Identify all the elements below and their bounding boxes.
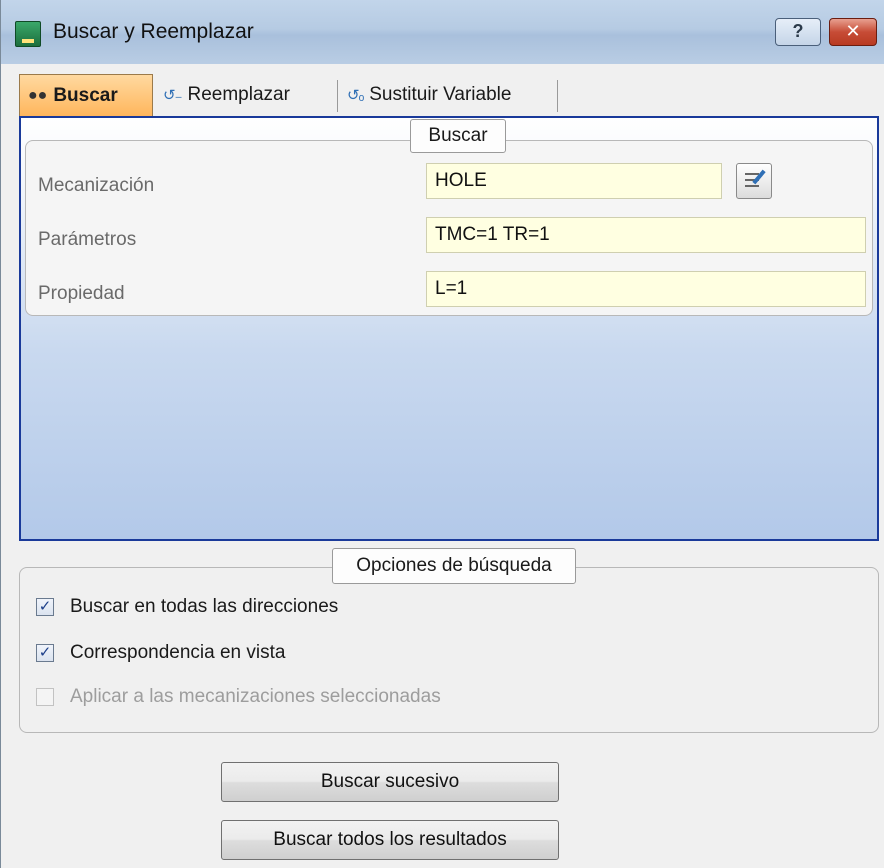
- search-options-title: Opciones de búsqueda: [332, 548, 576, 584]
- mecanizacion-field[interactable]: HOLE: [426, 163, 722, 199]
- tab-buscar[interactable]: ●● Buscar: [19, 74, 153, 116]
- checkbox-unchecked-icon: [36, 688, 54, 706]
- propiedad-label: Propiedad: [38, 283, 125, 304]
- tab-divider: [337, 80, 338, 112]
- parametros-field[interactable]: TMC=1 TR=1: [426, 217, 866, 253]
- find-all-button[interactable]: Buscar todos los resultados: [221, 820, 559, 860]
- option-label: Buscar en todas las direcciones: [70, 596, 339, 617]
- substitute-variable-icon: ↺ₒ: [347, 87, 364, 104]
- tab-sustituir-variable[interactable]: ↺ₒ Sustituir Variable: [339, 74, 559, 116]
- option-match-in-view[interactable]: ✓ Correspondencia en vista: [36, 642, 285, 664]
- search-group: Buscar Mecanización HOLE Parámetros TMC=…: [25, 119, 873, 316]
- binoculars-icon: ●●: [28, 86, 48, 104]
- find-next-button[interactable]: Buscar sucesivo: [221, 762, 559, 802]
- close-button[interactable]: ✕: [829, 18, 877, 46]
- pick-machining-button[interactable]: [736, 163, 772, 199]
- checkbox-checked-icon[interactable]: ✓: [36, 598, 54, 616]
- tab-label: Sustituir Variable: [369, 84, 512, 105]
- option-all-directions[interactable]: ✓ Buscar en todas las direcciones: [36, 596, 338, 618]
- tab-label: Buscar: [53, 84, 118, 106]
- app-icon: [15, 21, 41, 47]
- mecanizacion-label: Mecanización: [38, 175, 155, 196]
- option-label: Aplicar a las mecanizaciones seleccionad…: [70, 686, 441, 707]
- option-apply-selected: Aplicar a las mecanizaciones seleccionad…: [36, 686, 441, 708]
- tab-reemplazar[interactable]: ↺₋ Reemplazar: [155, 74, 337, 116]
- search-options-group: Opciones de búsqueda ✓ Buscar en todas l…: [19, 548, 879, 733]
- tab-label: Reemplazar: [187, 84, 290, 105]
- find-replace-dialog: Buscar y Reemplazar ? ✕ ●● Buscar ↺₋ Ree…: [0, 0, 884, 868]
- checkbox-checked-icon[interactable]: ✓: [36, 644, 54, 662]
- option-label: Correspondencia en vista: [70, 642, 286, 663]
- propiedad-field[interactable]: L=1: [426, 271, 866, 307]
- title-bar: Buscar y Reemplazar ? ✕: [1, 0, 884, 64]
- parametros-label: Parámetros: [38, 229, 137, 250]
- replace-icon: ↺₋: [163, 87, 182, 104]
- tab-panel: Buscar Mecanización HOLE Parámetros TMC=…: [19, 116, 879, 541]
- search-group-title: Buscar: [410, 119, 506, 153]
- help-button[interactable]: ?: [775, 18, 821, 46]
- tab-divider: [557, 80, 558, 112]
- window-title: Buscar y Reemplazar: [53, 20, 254, 43]
